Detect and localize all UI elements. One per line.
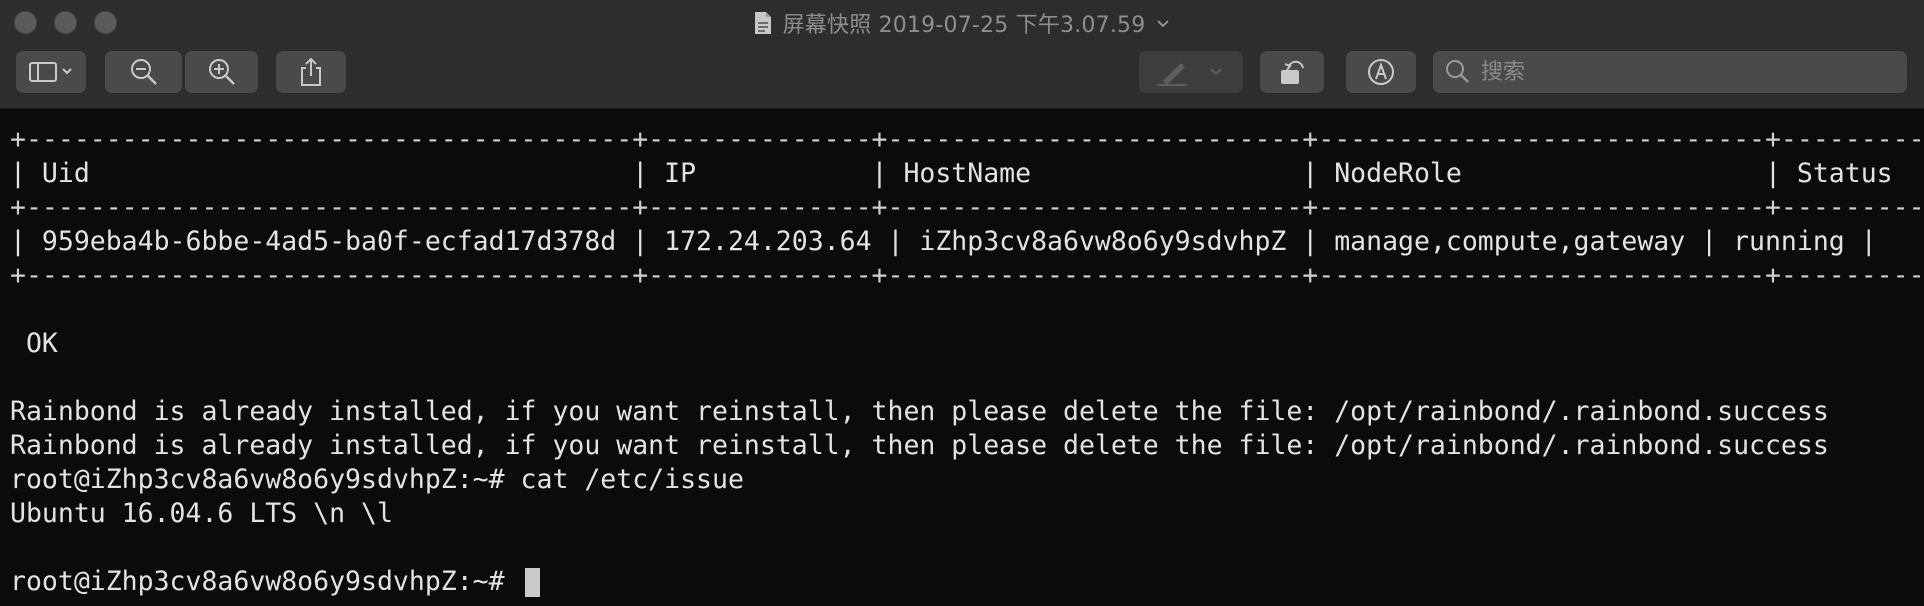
zoom-out-button[interactable] <box>105 51 182 93</box>
window-title-area[interactable]: 屏幕快照 2019-07-25 下午3.07.59 <box>0 6 1924 40</box>
table-border-mid: +--------------------------------------+… <box>10 192 1924 223</box>
search-input[interactable] <box>1479 58 1883 86</box>
markup-toolbar-button[interactable] <box>1346 51 1416 93</box>
markup-icon <box>1368 59 1394 85</box>
table-row: | 959eba4b-6bbe-4ad5-ba0f-ecfad17d378d |… <box>10 226 1877 257</box>
search-icon <box>1446 60 1469 83</box>
pen-icon <box>1157 63 1222 86</box>
install-message-line: Rainbond is already installed, if you wa… <box>10 396 1829 427</box>
preview-window: 屏幕快照 2019-07-25 下午3.07.59 搜索 +----------… <box>0 0 1924 606</box>
sidebar-icon <box>29 62 72 82</box>
window-chrome: 屏幕快照 2019-07-25 下午3.07.59 <box>0 0 1924 109</box>
highlight-button[interactable] <box>1139 51 1243 93</box>
share-button[interactable] <box>276 51 346 93</box>
command-line: root@iZhp3cv8a6vw8o6y9sdvhpZ:~# cat /etc… <box>10 464 744 495</box>
table-border-top: +--------------------------------------+… <box>10 124 1924 155</box>
zoom-in-button[interactable] <box>185 51 258 93</box>
text-cursor <box>524 568 540 597</box>
share-icon <box>301 57 321 86</box>
zoom-in-icon <box>208 59 235 85</box>
ok-status-line: OK <box>10 328 58 359</box>
rotate-button[interactable] <box>1260 51 1324 93</box>
shell-prompt: root@iZhp3cv8a6vw8o6y9sdvhpZ:~# <box>10 566 521 597</box>
chevron-down-icon[interactable] <box>1155 15 1171 31</box>
install-message-line: Rainbond is already installed, if you wa… <box>10 430 1829 461</box>
table-header-row: | Uid | IP | HostName | NodeRole | Statu… <box>10 158 1924 189</box>
document-icon <box>754 12 771 34</box>
sidebar-toggle-button[interactable] <box>16 51 86 93</box>
terminal-output: +--------------------------------------+… <box>0 109 1924 606</box>
window-title: 屏幕快照 2019-07-25 下午3.07.59 <box>782 13 1146 38</box>
table-border-bottom: +--------------------------------------+… <box>10 260 1924 291</box>
search-field[interactable] <box>1433 51 1907 93</box>
prompt-line[interactable]: root@iZhp3cv8a6vw8o6y9sdvhpZ:~# <box>10 565 1924 599</box>
zoom-out-icon <box>130 59 157 85</box>
rotate-icon <box>1281 60 1304 84</box>
issue-output-line: Ubuntu 16.04.6 LTS \n \l <box>10 498 393 529</box>
